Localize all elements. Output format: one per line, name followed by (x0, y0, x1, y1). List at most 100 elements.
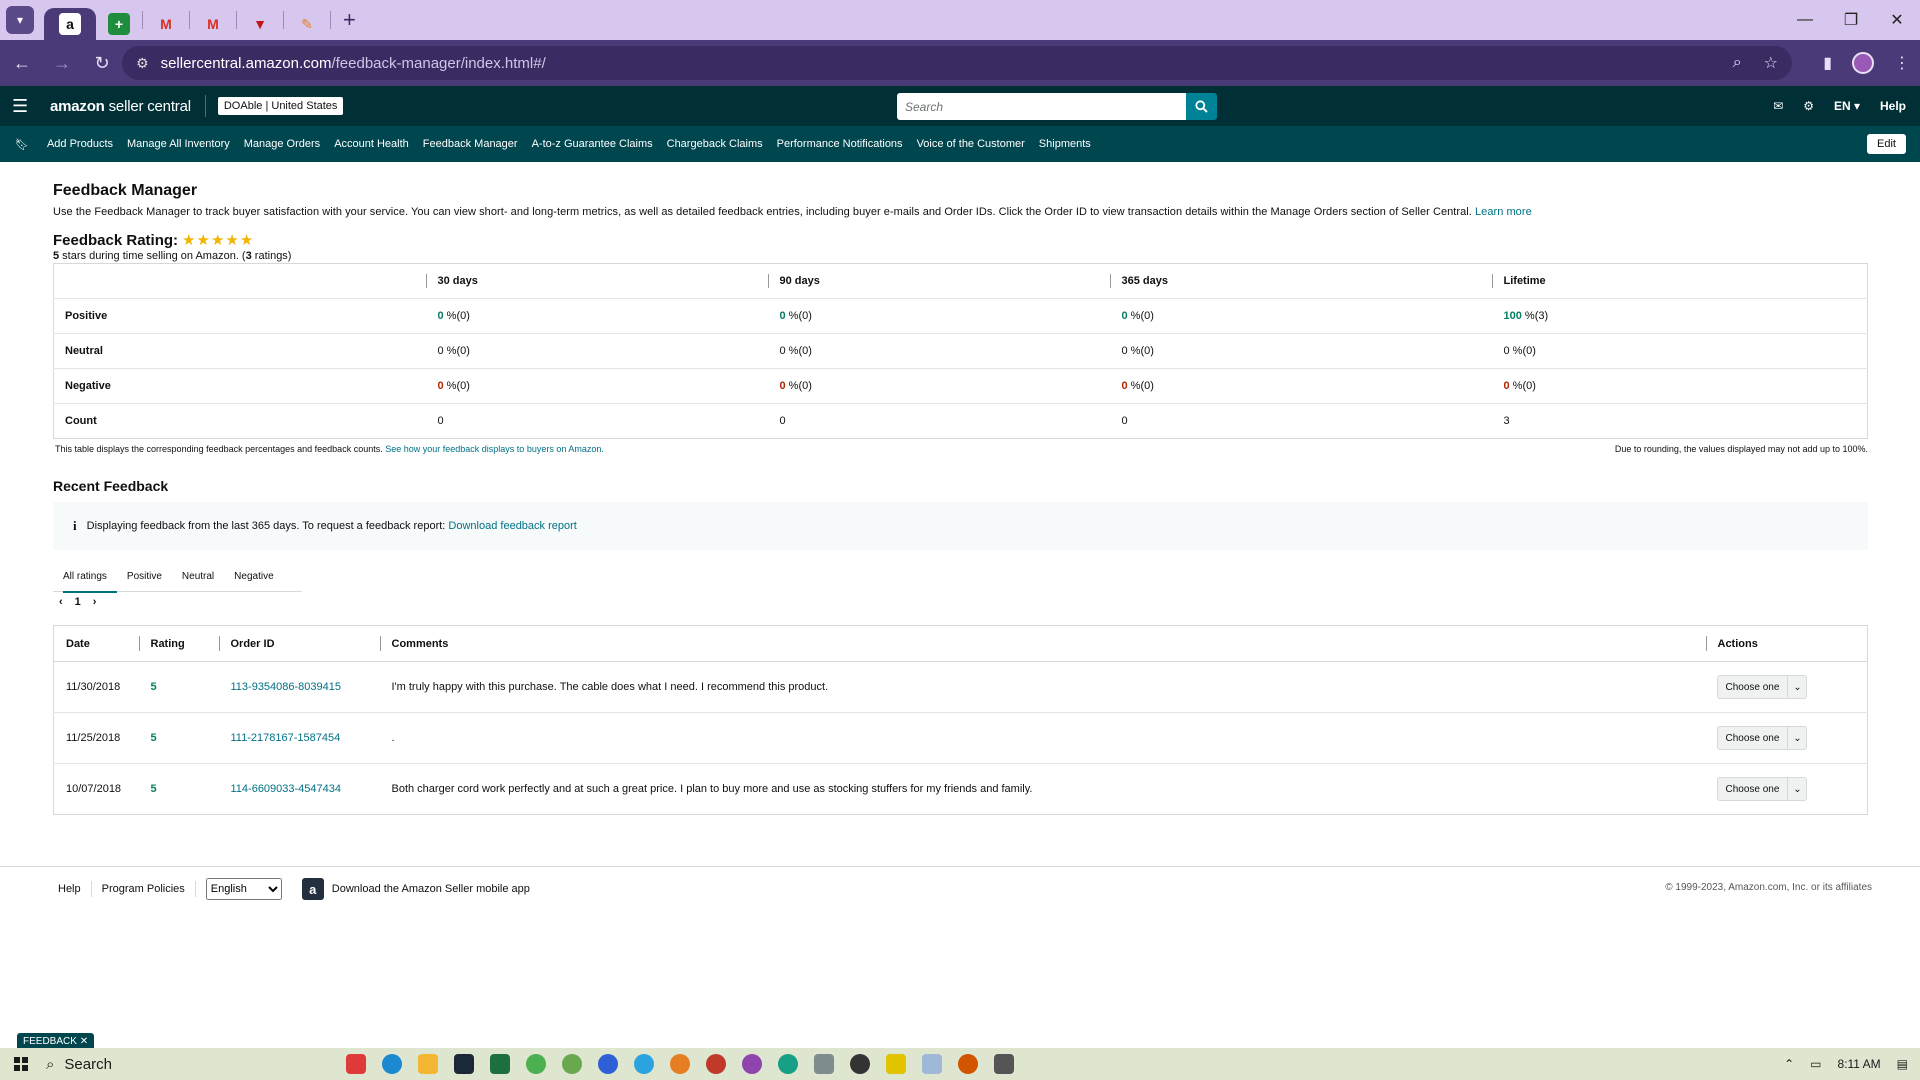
tab-positive[interactable]: Positive (117, 562, 172, 592)
chrome-profile-4-icon[interactable] (778, 1054, 798, 1074)
order-id-link[interactable]: 114-6609033-4547434 (231, 783, 342, 795)
sticky-notes-icon[interactable] (886, 1054, 906, 1074)
order-id-link[interactable]: 111-2178167-1587454 (231, 732, 341, 744)
tab-search-icon[interactable]: ▾ (6, 6, 34, 34)
steam-icon[interactable] (454, 1054, 474, 1074)
help-link[interactable]: Help (1880, 99, 1906, 113)
edge-icon[interactable] (382, 1054, 402, 1074)
zoom-app-icon[interactable] (598, 1054, 618, 1074)
file-explorer-icon[interactable] (418, 1054, 438, 1074)
close-icon[interactable]: ✕ (1874, 0, 1920, 40)
tab-negative[interactable]: Negative (224, 562, 283, 592)
prev-page-icon[interactable]: ‹ (59, 596, 63, 608)
paint-icon[interactable] (958, 1054, 978, 1074)
feedback-date: 11/30/2018 (66, 681, 121, 693)
excel-icon[interactable] (490, 1054, 510, 1074)
settings-icon[interactable] (994, 1054, 1014, 1074)
chrome-profile-icon[interactable] (562, 1054, 582, 1074)
nav-account-health[interactable]: Account Health (334, 138, 409, 150)
forward-icon[interactable]: → (44, 45, 80, 81)
tab-sheets[interactable]: + (96, 8, 142, 40)
side-panel-icon[interactable]: ▮ (1823, 53, 1832, 73)
nav-voice-of-the-customer[interactable]: Voice of the Customer (917, 138, 1025, 150)
tab-amazon[interactable]: a (44, 8, 96, 40)
choose-action-dropdown[interactable]: Choose one ⌄ (1716, 675, 1808, 699)
notepad-icon[interactable] (922, 1054, 942, 1074)
nav-feedback-manager[interactable]: Feedback Manager (423, 138, 518, 150)
feedback-date-cell: 10/07/2018 (54, 764, 139, 815)
mail-icon[interactable]: ✉ (1773, 99, 1783, 113)
minimize-icon[interactable]: — (1782, 0, 1828, 40)
tab-all-ratings[interactable]: All ratings (53, 562, 117, 593)
notifications-icon[interactable]: ▤ (1897, 1057, 1908, 1071)
tab-neutral[interactable]: Neutral (172, 562, 224, 592)
bookmark-icon[interactable]: 🔖︎ (15, 138, 29, 151)
nav-shipments[interactable]: Shipments (1039, 138, 1091, 150)
tab-gmail-2[interactable]: M (190, 8, 236, 40)
tray-chevron-icon[interactable]: ⌃ (1784, 1057, 1794, 1071)
choose-action-label: Choose one (1718, 726, 1789, 750)
clock[interactable]: 8:11 AM (1838, 1057, 1881, 1071)
nav-manage-all-inventory[interactable]: Manage All Inventory (127, 138, 230, 150)
stats-corner-cell (53, 263, 426, 299)
chrome-icon[interactable] (526, 1054, 546, 1074)
menu-kebab-icon[interactable]: ⋮ (1894, 53, 1910, 73)
order-id-link[interactable]: 113-9354086-8039415 (231, 681, 342, 693)
next-page-icon[interactable]: › (93, 596, 97, 608)
nav-chargeback-claims[interactable]: Chargeback Claims (667, 138, 763, 150)
table-row: 11/25/2018 5 111-2178167-1587454. Choose on… (53, 712, 1868, 764)
zoom-icon[interactable]: ⌕ (1733, 54, 1742, 72)
chrome-profile-2-icon[interactable] (670, 1054, 690, 1074)
taskbar-search[interactable]: ⌕ Search (46, 1056, 246, 1073)
nav-a-to-z-claims[interactable]: A-to-z Guarantee Claims (532, 138, 653, 150)
restore-icon[interactable]: ❐ (1828, 0, 1874, 40)
address-bar[interactable]: ⚙ sellercentral.amazon.com/feedback-mana… (122, 46, 1792, 80)
url-text: sellercentral.amazon.com/feedback-manage… (161, 55, 546, 72)
profile-avatar[interactable] (1852, 52, 1874, 74)
edit-nav-button[interactable]: Edit (1867, 134, 1906, 154)
telegram-icon[interactable] (634, 1054, 654, 1074)
chrome-active-icon[interactable] (742, 1054, 762, 1074)
feedback-display-link[interactable]: See how your feedback displays to buyers… (385, 444, 604, 454)
app-dark-icon[interactable] (850, 1054, 870, 1074)
reload-icon[interactable]: ↻ (84, 45, 120, 81)
amazon-seller-central-logo[interactable]: amazon seller central (50, 98, 191, 115)
search-input[interactable] (897, 93, 1186, 120)
tab-app-red[interactable]: ▼ (237, 8, 283, 40)
current-page[interactable]: 1 (75, 596, 81, 608)
nav-manage-orders[interactable]: Manage Orders (244, 138, 320, 150)
tab-app-pencil[interactable]: ✎ (284, 8, 330, 40)
close-icon[interactable]: ✕ (80, 1036, 88, 1047)
footer-policies-link[interactable]: Program Policies (92, 881, 196, 897)
back-icon[interactable]: ← (4, 45, 40, 81)
hamburger-menu-icon[interactable]: ☰ (12, 96, 34, 117)
download-report-link[interactable]: Download feedback report (448, 520, 576, 532)
col-lifetime: Lifetime (1491, 263, 1868, 299)
footer-language-select[interactable]: English (205, 878, 282, 900)
bookmark-star-icon[interactable]: ☆ (1764, 53, 1778, 73)
search-button[interactable] (1186, 93, 1217, 120)
choose-action-dropdown[interactable]: Choose one ⌄ (1716, 777, 1808, 801)
feedback-comment: I'm truly happy with this purchase. The … (391, 681, 829, 693)
settings-gear-icon[interactable]: ⚙ (1803, 99, 1814, 113)
nav-performance-notifications[interactable]: Performance Notifications (777, 138, 903, 150)
footer-help-link[interactable]: Help (48, 881, 92, 897)
language-selector[interactable]: EN ▾ (1834, 99, 1860, 113)
battery-icon[interactable]: ▭ (1810, 1057, 1821, 1071)
site-info-icon[interactable]: ⚙ (136, 55, 149, 72)
new-tab-icon[interactable]: + (343, 7, 356, 33)
download-app-link[interactable]: Download the Amazon Seller mobile app (332, 883, 530, 895)
app-red-icon[interactable] (346, 1054, 366, 1074)
chrome-profile-3-icon[interactable] (706, 1054, 726, 1074)
nav-add-products[interactable]: Add Products (47, 138, 113, 150)
order-id-link-cell: 114-6609033-4547434 (219, 764, 380, 815)
tab-gmail-1[interactable]: M (143, 8, 189, 40)
search-icon (1195, 100, 1208, 113)
account-switcher[interactable]: DOAble | United States (217, 97, 344, 115)
windows-start-icon[interactable] (14, 1057, 28, 1071)
stats-row-label: Neutral (53, 333, 426, 369)
calculator-icon[interactable] (814, 1054, 834, 1074)
choose-action-dropdown[interactable]: Choose one ⌄ (1716, 726, 1808, 750)
system-tray: ⌃ ▭ 8:11 AM ▤ (1784, 1048, 1908, 1080)
learn-more-link[interactable]: Learn more (1475, 206, 1532, 218)
